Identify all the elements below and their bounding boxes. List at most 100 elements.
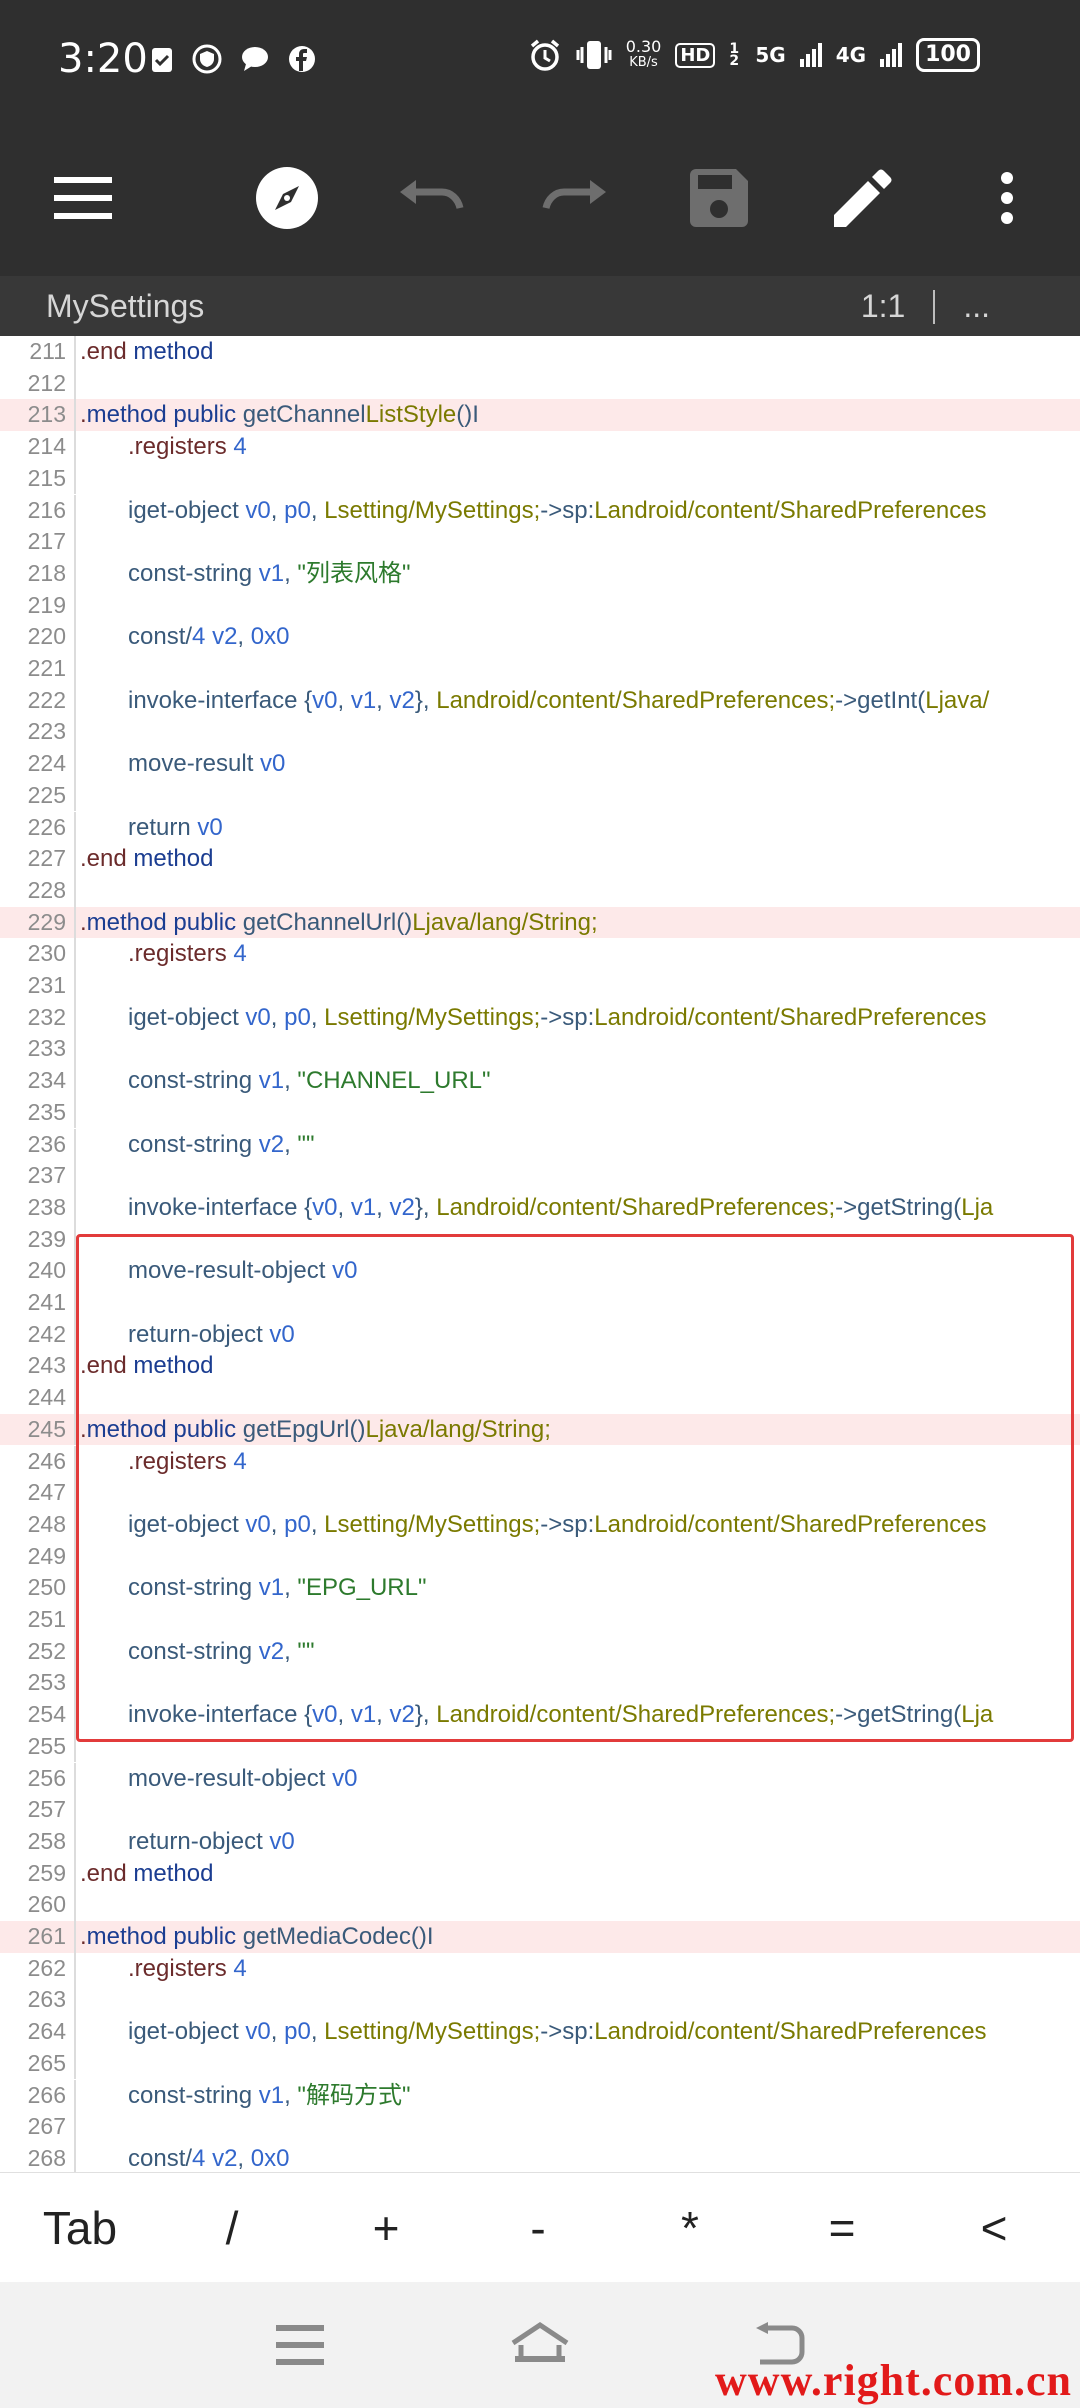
code-line[interactable]: 230 .registers 4 (0, 938, 1080, 970)
code-line[interactable]: 252 const-string v2, "" (0, 1635, 1080, 1668)
line-number: 255 (27, 1732, 66, 1759)
code-line[interactable]: 240 move-result-object v0 (0, 1255, 1080, 1287)
line-number: 222 (27, 686, 66, 713)
code-line[interactable]: 224 move-result v0 (0, 748, 1080, 780)
file-bar-more[interactable]: ... (963, 288, 990, 325)
code-line[interactable]: 259 .end method (0, 1857, 1080, 1890)
code-line[interactable]: 243 .end method (0, 1350, 1080, 1383)
redo-button[interactable] (520, 120, 630, 276)
code-text: .registers 4 (128, 940, 247, 968)
code-line[interactable]: 226 return v0 (0, 811, 1080, 844)
net-speed: 0.30 KB/s (626, 39, 662, 71)
code-line[interactable]: 261 .method public getMediaCodec()I (0, 1921, 1080, 1953)
code-line[interactable]: 229 .method public getChannelUrl()Ljava/l… (0, 906, 1080, 939)
code-line[interactable]: 228 (0, 874, 1080, 907)
file-tab[interactable]: MySettings (46, 288, 204, 325)
code-line[interactable]: 255 (0, 1730, 1080, 1763)
code-line[interactable]: 231 (0, 970, 1080, 1002)
facebook-icon (289, 46, 315, 72)
gutter-divider (74, 367, 76, 400)
code-line[interactable]: 250 const-string v1, "EPG_URL" (0, 1572, 1080, 1604)
code-line[interactable]: 234 const-string v1, "CHANNEL_URL" (0, 1065, 1080, 1097)
code-line[interactable]: 256 move-result-object v0 (0, 1762, 1080, 1795)
code-line[interactable]: 242 return-object v0 (0, 1318, 1080, 1351)
line-number: 227 (27, 845, 66, 872)
code-line[interactable]: 263 (0, 1984, 1080, 2017)
code-text: .method public getEpgUrl()Ljava/lang/Str… (80, 1415, 551, 1443)
home-button[interactable] (480, 2282, 600, 2408)
more-options-button[interactable] (952, 120, 1062, 276)
key-plus[interactable]: + (326, 2173, 446, 2283)
gutter-divider (74, 526, 76, 558)
gutter-divider (74, 1635, 76, 1668)
key-less-than[interactable]: < (934, 2173, 1054, 2283)
save-button[interactable] (664, 120, 774, 276)
gutter-divider (74, 1730, 76, 1763)
code-editor[interactable]: 268 const/4 v2, 0x0 267 266 const-string v1,… (0, 336, 1080, 2172)
code-line[interactable]: 223 (0, 716, 1080, 749)
recent-apps-button[interactable] (240, 2282, 360, 2408)
code-line[interactable]: 258 return-object v0 (0, 1825, 1080, 1858)
code-line[interactable]: 213 .method public getChannelListStyle()I (0, 399, 1080, 432)
code-line[interactable]: 265 (0, 2047, 1080, 2080)
code-line[interactable]: 257 (0, 1794, 1080, 1826)
code-line[interactable]: 232 iget-object v0, p0, Lsetting/MySettin… (0, 1001, 1080, 1034)
edit-button[interactable] (808, 120, 918, 276)
code-line[interactable]: 216 iget-object v0, p0, Lsetting/MySettin… (0, 494, 1080, 527)
code-line[interactable]: 245 .method public getEpgUrl()Ljava/lang/… (0, 1413, 1080, 1446)
code-line[interactable]: 248 iget-object v0, p0, Lsetting/MySettin… (0, 1508, 1080, 1541)
code-line[interactable]: 254 invoke-interface {v0, v1, v2}, Landro… (0, 1699, 1080, 1731)
code-line[interactable]: 260 (0, 1889, 1080, 1921)
undo-button[interactable] (376, 120, 486, 276)
key-equals[interactable]: = (782, 2173, 902, 2283)
line-number: 254 (27, 1701, 66, 1728)
code-line[interactable]: 262 .registers 4 (0, 1952, 1080, 1985)
key-slash[interactable]: / (172, 2173, 292, 2283)
code-line[interactable]: 215 (0, 462, 1080, 495)
code-line[interactable]: 211 .end method (0, 336, 1080, 368)
code-line[interactable]: 235 (0, 1096, 1080, 1129)
menu-button[interactable] (28, 120, 138, 276)
code-line[interactable]: 239 (0, 1223, 1080, 1256)
line-number: 268 (27, 2144, 66, 2171)
line-number: 215 (27, 464, 66, 491)
code-line[interactable]: 221 (0, 653, 1080, 685)
code-line[interactable]: 222 invoke-interface {v0, v1, v2}, Landro… (0, 684, 1080, 717)
code-line[interactable]: 236 const-string v2, "" (0, 1128, 1080, 1161)
code-line[interactable]: 217 (0, 526, 1080, 558)
key-tab[interactable]: Tab (20, 2173, 140, 2283)
code-line[interactable]: 241 (0, 1287, 1080, 1319)
code-line[interactable]: 233 (0, 1033, 1080, 1066)
code-line[interactable]: 267 (0, 2111, 1080, 2143)
code-line[interactable]: 246 .registers 4 (0, 1445, 1080, 1478)
gutter-divider (74, 2111, 76, 2143)
code-text: move-result v0 (128, 750, 286, 778)
line-number: 242 (27, 1320, 66, 1347)
code-line[interactable]: 212 (0, 367, 1080, 400)
net-speed-unit: KB/s (629, 55, 658, 70)
code-line[interactable]: 251 (0, 1604, 1080, 1636)
code-line[interactable]: 264 iget-object v0, p0, Lsetting/MySettin… (0, 2016, 1080, 2048)
key-minus[interactable]: - (478, 2173, 598, 2283)
code-line[interactable]: 238 invoke-interface {v0, v1, v2}, Landro… (0, 1191, 1080, 1224)
code-line[interactable]: 249 (0, 1540, 1080, 1573)
cursor-position: 1:1 (860, 288, 906, 324)
navigate-button[interactable] (232, 120, 342, 276)
code-line[interactable]: 225 (0, 779, 1080, 812)
code-line[interactable]: 244 (0, 1382, 1080, 1414)
gutter-divider (74, 1191, 76, 1224)
code-line[interactable]: 227 .end method (0, 843, 1080, 875)
code-line[interactable]: 247 (0, 1477, 1080, 1509)
line-number: 248 (27, 1510, 66, 1537)
code-text: .registers 4 (128, 433, 247, 461)
code-line[interactable]: 253 (0, 1667, 1080, 1700)
code-line[interactable]: 218 const-string v1, "列表风格" (0, 557, 1080, 590)
code-line[interactable]: 220 const/4 v2, 0x0 (0, 621, 1080, 653)
code-line[interactable]: 214 .registers 4 (0, 431, 1080, 463)
code-line[interactable]: 266 const-string v1, "解码方式" (0, 2079, 1080, 2112)
line-number: 267 (27, 2113, 66, 2140)
code-line[interactable]: 237 (0, 1160, 1080, 1192)
code-line[interactable]: 268 const/4 v2, 0x0 (0, 2142, 1080, 2172)
code-line[interactable]: 219 (0, 589, 1080, 622)
key-asterisk[interactable]: * (630, 2173, 750, 2283)
